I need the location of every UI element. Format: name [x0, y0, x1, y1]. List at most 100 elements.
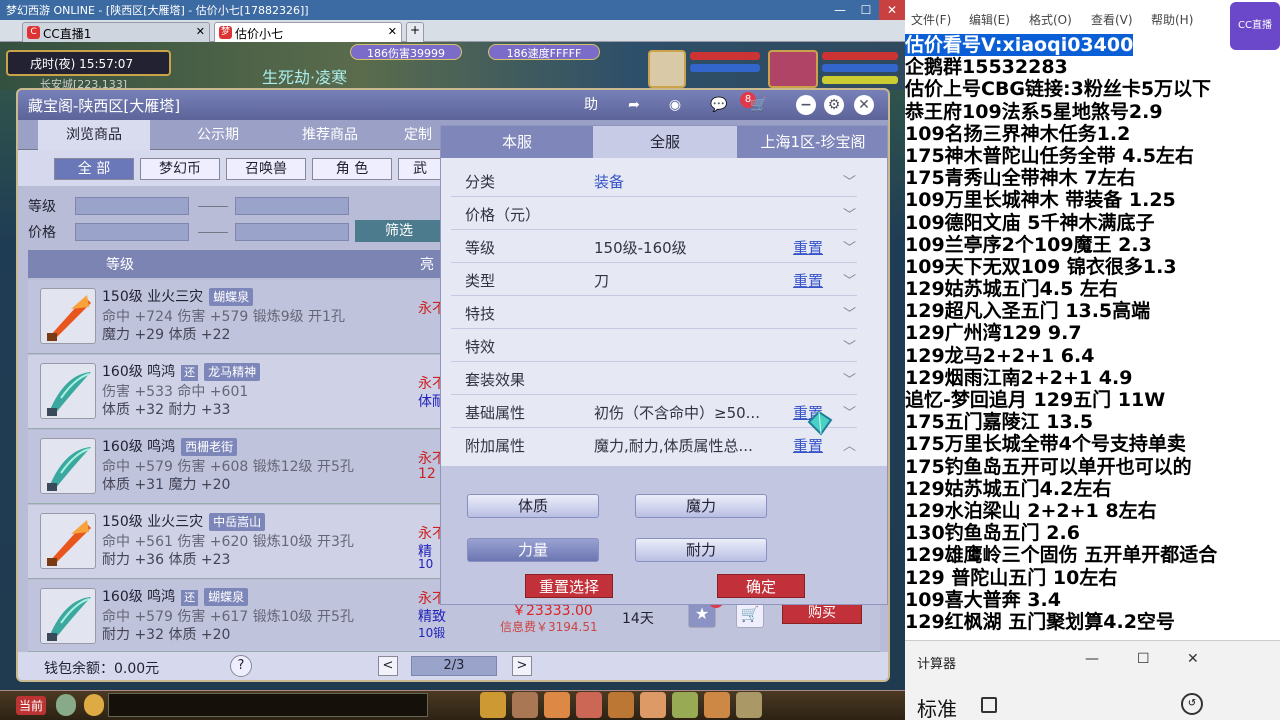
- filter-row-extra-attr[interactable]: 附加属性 魔力,耐力,体质属性总... 重置 ︿: [451, 428, 857, 461]
- weapon-thumbnail[interactable]: [40, 363, 96, 419]
- notepad-line[interactable]: 175钓鱼岛五开可以单开也可以的: [905, 456, 1280, 478]
- mic-icon[interactable]: [56, 694, 76, 716]
- notepad-line[interactable]: 175五门嘉陵江 13.5: [905, 411, 1280, 433]
- confirm-button[interactable]: 确定: [717, 574, 805, 598]
- notepad-line[interactable]: 109兰亭序2个109魔王 2.3: [905, 234, 1280, 256]
- notepad-line[interactable]: 企鹅群15532283: [905, 56, 1280, 78]
- close-tab-icon[interactable]: ✕: [196, 25, 205, 38]
- notepad-line[interactable]: 109名扬三界神木任务1.2: [905, 123, 1280, 145]
- tab-recommend[interactable]: 推荐商品: [274, 120, 386, 150]
- task-icon[interactable]: [608, 692, 634, 718]
- tab-all-servers[interactable]: 全服: [593, 126, 737, 158]
- filter-row-level[interactable]: 等级 150级-160级 重置 ﹀: [451, 230, 857, 263]
- attr-magic-button[interactable]: 魔力: [635, 494, 767, 518]
- level-min-input[interactable]: [75, 197, 189, 215]
- filter-row-category[interactable]: 分类 装备 ﹀: [451, 164, 857, 197]
- category-all[interactable]: 全 部: [54, 158, 134, 180]
- notepad-line[interactable]: 129红枫湖 五门聚划算4.2空号: [905, 611, 1280, 633]
- menu-edit[interactable]: 编辑(E): [969, 11, 1010, 28]
- help-question-icon[interactable]: ?: [230, 655, 252, 677]
- maximize-window-icon[interactable]: ☐: [853, 0, 879, 20]
- new-tab-button[interactable]: +: [406, 22, 424, 42]
- weapon-thumbnail[interactable]: [40, 513, 96, 569]
- notepad-line[interactable]: 追忆-梦回追月 129五门 11W: [905, 389, 1280, 411]
- notepad-line[interactable]: 129超凡入圣五门 13.5高端: [905, 300, 1280, 322]
- close-tab-icon[interactable]: ✕: [388, 25, 397, 38]
- chevron-up-icon[interactable]: ︿: [843, 435, 856, 454]
- category-currency[interactable]: 梦幻币: [140, 158, 220, 180]
- notepad-line[interactable]: 129姑苏城五门4.5 左右: [905, 278, 1280, 300]
- notepad-line[interactable]: 175万里长城全带4个号支持单卖: [905, 433, 1280, 455]
- notepad-line[interactable]: 129广州湾129 9.7: [905, 322, 1280, 344]
- filter-button[interactable]: 筛选: [355, 220, 443, 242]
- player-avatar[interactable]: [768, 50, 818, 88]
- emoji-icon[interactable]: [84, 694, 104, 716]
- help-icon[interactable]: 助: [580, 95, 602, 115]
- column-level[interactable]: 等级: [106, 254, 134, 274]
- next-page-button[interactable]: >: [512, 656, 532, 676]
- system-icon[interactable]: [736, 692, 762, 718]
- tab-publicity[interactable]: 公示期: [162, 120, 274, 150]
- chevron-down-icon[interactable]: ﹀: [843, 204, 856, 223]
- notepad-text-area[interactable]: 估价看号V:xiaoqi03400 企鹅群15532283 估价上号CBG链接:3粉…: [905, 34, 1280, 633]
- attack-icon[interactable]: [480, 692, 506, 718]
- tab-this-server[interactable]: 本服: [441, 126, 593, 158]
- level-max-input[interactable]: [235, 197, 349, 215]
- weapon-thumbnail[interactable]: [40, 288, 96, 344]
- attr-constitution-button[interactable]: 体质: [467, 494, 599, 518]
- chat-channel-label[interactable]: 当前: [16, 696, 47, 715]
- notepad-line[interactable]: 129 普陀山五门 10左右: [905, 567, 1280, 589]
- menu-view[interactable]: 查看(V): [1091, 11, 1133, 28]
- minimize-window-icon[interactable]: —: [827, 0, 853, 20]
- reset-link[interactable]: 重置: [793, 270, 823, 291]
- notepad-line[interactable]: 109德阳文庙 5千神木满底子: [905, 212, 1280, 234]
- weapon-thumbnail[interactable]: [40, 438, 96, 494]
- filter-row-set-effect[interactable]: 套装效果 ﹀: [451, 362, 857, 395]
- filter-row-skill[interactable]: 特技 ﹀: [451, 296, 857, 329]
- weapon-thumbnail[interactable]: [40, 588, 96, 644]
- message-icon[interactable]: 💬: [708, 95, 730, 115]
- chevron-down-icon[interactable]: ﹀: [843, 336, 856, 355]
- chevron-down-icon[interactable]: ﹀: [843, 402, 856, 421]
- reset-link[interactable]: 重置: [793, 435, 823, 456]
- shop-icon[interactable]: [704, 692, 730, 718]
- filter-row-effect[interactable]: 特效 ﹀: [451, 329, 857, 362]
- notepad-line[interactable]: 129烟雨江南2+2+1 4.9: [905, 367, 1280, 389]
- notepad-line[interactable]: 109天下无双109 锦衣很多1.3: [905, 256, 1280, 278]
- notepad-line[interactable]: 估价看号V:xiaoqi03400: [905, 34, 1280, 56]
- notepad-line[interactable]: 175神木普陀山任务全带 4.5左右: [905, 145, 1280, 167]
- chat-input[interactable]: [108, 693, 428, 717]
- calc-close-icon[interactable]: ✕: [1187, 651, 1199, 667]
- price-min-input[interactable]: [75, 223, 189, 241]
- chevron-down-icon[interactable]: ﹀: [843, 270, 856, 289]
- tab-shanghai-server[interactable]: 上海1区-珍宝阁: [737, 126, 887, 158]
- notepad-line[interactable]: 109万里长城神木 带装备 1.25: [905, 189, 1280, 211]
- tab-appraiser[interactable]: 梦 估价小七 ✕: [214, 22, 402, 42]
- attr-endurance-button[interactable]: 耐力: [635, 538, 767, 562]
- stop-icon[interactable]: ◉: [664, 95, 686, 115]
- pet-avatar[interactable]: [648, 50, 686, 88]
- notepad-line[interactable]: 109喜大普奔 3.4: [905, 589, 1280, 611]
- tab-browse[interactable]: 浏览商品: [38, 120, 150, 150]
- menu-help[interactable]: 帮助(H): [1151, 11, 1193, 28]
- team-icon[interactable]: [544, 692, 570, 718]
- notepad-line[interactable]: 估价上号CBG链接:3粉丝卡5万以下: [905, 78, 1280, 100]
- pet-icon[interactable]: [576, 692, 602, 718]
- friend-icon[interactable]: [672, 692, 698, 718]
- notepad-line[interactable]: 130钓鱼岛五门 2.6: [905, 522, 1280, 544]
- price-max-input[interactable]: [235, 223, 349, 241]
- notepad-line[interactable]: 129龙马2+2+1 6.4: [905, 345, 1280, 367]
- notepad-line[interactable]: 129水泊梁山 2+2+1 8左右: [905, 500, 1280, 522]
- calc-maximize-icon[interactable]: ☐: [1137, 651, 1150, 667]
- reset-link[interactable]: 重置: [793, 237, 823, 258]
- reset-selection-button[interactable]: 重置选择: [525, 574, 613, 598]
- tab-custom[interactable]: 定制: [388, 120, 448, 150]
- chevron-down-icon[interactable]: ﹀: [843, 237, 856, 256]
- category-pet[interactable]: 召唤兽: [226, 158, 306, 180]
- tab-cc-live[interactable]: C CC直播1 ✕: [22, 22, 210, 42]
- category-weapon[interactable]: 武: [398, 158, 442, 180]
- history-icon[interactable]: ↺: [1181, 693, 1203, 715]
- gang-icon[interactable]: [640, 692, 666, 718]
- item-icon[interactable]: [512, 692, 538, 718]
- menu-format[interactable]: 格式(O): [1029, 11, 1072, 28]
